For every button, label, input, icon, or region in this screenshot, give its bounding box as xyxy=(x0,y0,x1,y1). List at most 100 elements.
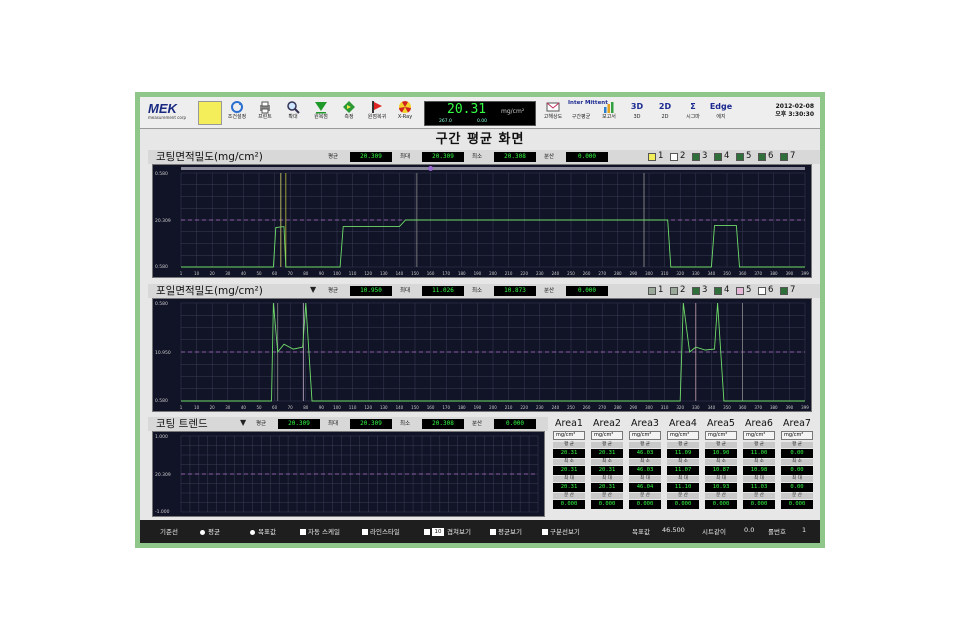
swatch-7[interactable] xyxy=(780,287,788,295)
area-unit-select[interactable]: mg/cm² xyxy=(667,431,699,440)
sheet-value: 0.0 xyxy=(744,526,755,534)
stat-avg: 평균 10.950 xyxy=(328,286,396,296)
swatch-label: 6 xyxy=(768,151,774,161)
swatch-5[interactable] xyxy=(736,153,744,161)
x-tick-label: 20 xyxy=(210,271,216,276)
overlay-count-input[interactable]: 10 xyxy=(432,528,444,536)
3d-button[interactable]: 3D 3D xyxy=(624,100,650,127)
measure-button[interactable]: 측정 xyxy=(336,100,362,127)
area-title: Area2 xyxy=(593,418,621,429)
swatch-4[interactable] xyxy=(714,287,722,295)
checkbox-autoscale[interactable]: 자동 스케일 xyxy=(300,526,340,536)
status-indicator[interactable] xyxy=(198,101,222,125)
settings-button[interactable]: 조건설정 xyxy=(224,100,250,127)
area-unit-select[interactable]: mg/cm² xyxy=(629,431,661,440)
swatch-7[interactable] xyxy=(780,153,788,161)
x-tick-label: 10 xyxy=(194,405,200,410)
area-key-label: 분 산 xyxy=(629,493,661,499)
swatch-label: 5 xyxy=(746,285,752,295)
sigma-button[interactable]: Σ 시그마 xyxy=(680,100,706,127)
swatch-1[interactable] xyxy=(648,153,656,161)
area-min-value: 20.31 xyxy=(591,466,623,475)
area-unit-select[interactable]: mg/cm² xyxy=(781,431,813,440)
stat-value: 20.309 xyxy=(278,419,320,429)
intermittent-button[interactable]: Inter Mittent 구간평균 xyxy=(568,100,608,127)
x-tick-label: 350 xyxy=(723,271,731,276)
edge-button[interactable]: Edge 에지 xyxy=(708,100,734,127)
area-key-label: 평 균 xyxy=(591,442,623,448)
print-button[interactable]: 프린트 xyxy=(252,100,278,127)
x-tick-label: 170 xyxy=(442,271,450,276)
area-title: Area1 xyxy=(555,418,583,429)
x-tick-label: 300 xyxy=(645,405,653,410)
checkbox-linestyle[interactable]: 라인스타일 xyxy=(362,526,400,536)
x-tick-label: 250 xyxy=(567,405,575,410)
checkbox-show-divider[interactable]: 구분선보기 xyxy=(542,526,580,536)
y-tick-label: 0.580 xyxy=(155,301,168,307)
area-unit-select[interactable]: mg/cm² xyxy=(553,431,585,440)
xray-button[interactable]: X-Ray xyxy=(392,100,418,127)
area-var-value: 0.000 xyxy=(629,500,661,509)
x-tick-label: 150 xyxy=(411,405,419,410)
area-min-value: 11.07 xyxy=(667,466,699,475)
x-tick-label: 280 xyxy=(614,405,622,410)
area-unit-select[interactable]: mg/cm² xyxy=(591,431,623,440)
home-button[interactable]: 원점복귀 xyxy=(364,100,390,127)
area-max-value: 10.93 xyxy=(705,483,737,492)
swatch-2[interactable] xyxy=(670,287,678,295)
foil-dropdown-icon[interactable]: ▼ xyxy=(310,285,316,294)
x-tick-label: 290 xyxy=(630,271,638,276)
swatch-2[interactable] xyxy=(670,153,678,161)
x-tick-label: 210 xyxy=(505,405,513,410)
area-unit-select[interactable]: mg/cm² xyxy=(743,431,775,440)
trend-plot: 1.000 20.309 -1.000 xyxy=(152,431,545,517)
area-key-label: 평 균 xyxy=(629,442,661,448)
hires-button[interactable]: 고해상도 xyxy=(540,100,566,127)
x-tick-label: 40 xyxy=(241,271,247,276)
area-title: Area3 xyxy=(631,418,659,429)
section-trend-header: 코팅 트렌드 ▼ 평균 20.309 최대 20.309 최소 20.308 분산 0.… xyxy=(148,417,548,431)
target-label: 목표값 xyxy=(632,528,650,536)
zoom-button[interactable]: 확대 xyxy=(280,100,306,127)
2d-button[interactable]: 2D 2D xyxy=(652,100,678,127)
range-slider[interactable] xyxy=(181,167,805,170)
area-key-label: 최 소 xyxy=(553,459,585,465)
report-button[interactable]: 보고서 xyxy=(596,100,622,127)
radio-average[interactable]: 평균 xyxy=(200,526,220,536)
swatch-label: 5 xyxy=(746,151,752,161)
radio-target[interactable]: 목표값 xyxy=(250,526,276,536)
swatch-6[interactable] xyxy=(758,153,766,161)
stat-max: 최대 20.309 xyxy=(328,419,396,429)
slider-handle[interactable] xyxy=(428,166,434,171)
checkbox-box xyxy=(424,529,430,535)
trend-dropdown-icon[interactable]: ▼ xyxy=(240,418,246,427)
area-title: Area4 xyxy=(669,418,697,429)
stat-label: 분산 xyxy=(544,288,555,294)
checkbox-box xyxy=(542,529,548,535)
swatch-1[interactable] xyxy=(648,287,656,295)
x-tick-label: 250 xyxy=(567,271,575,276)
x-tick-label: 90 xyxy=(319,405,325,410)
area-key-label: 평 균 xyxy=(667,442,699,448)
stat-label: 평균 xyxy=(328,154,339,160)
swatch-3[interactable] xyxy=(692,287,700,295)
area-unit-select[interactable]: mg/cm² xyxy=(705,431,737,440)
swatch-4[interactable] xyxy=(714,153,722,161)
swatch-5[interactable] xyxy=(736,287,744,295)
stat-label: 평균 xyxy=(328,288,339,294)
x-tick-label: 190 xyxy=(474,271,482,276)
stat-value: 0.000 xyxy=(566,152,608,162)
area-key-label: 최 소 xyxy=(667,459,699,465)
checkbox-show-average[interactable]: 평균보기 xyxy=(490,526,522,536)
area-key-label: 평 균 xyxy=(705,442,737,448)
swatch-6[interactable] xyxy=(758,287,766,295)
area-key-label: 분 산 xyxy=(553,493,585,499)
reset-button[interactable]: 원복점 xyxy=(308,100,334,127)
overlay-control[interactable]: 10 겹쳐보기 xyxy=(424,526,471,536)
x-tick-label: 240 xyxy=(552,405,560,410)
readout-unit: mg/cm² xyxy=(501,108,525,115)
swatch-3[interactable] xyxy=(692,153,700,161)
logo-subtext: measurement corp xyxy=(148,115,187,120)
intermittent-label: 구간평균 xyxy=(571,114,591,120)
x-tick-label: 280 xyxy=(614,271,622,276)
